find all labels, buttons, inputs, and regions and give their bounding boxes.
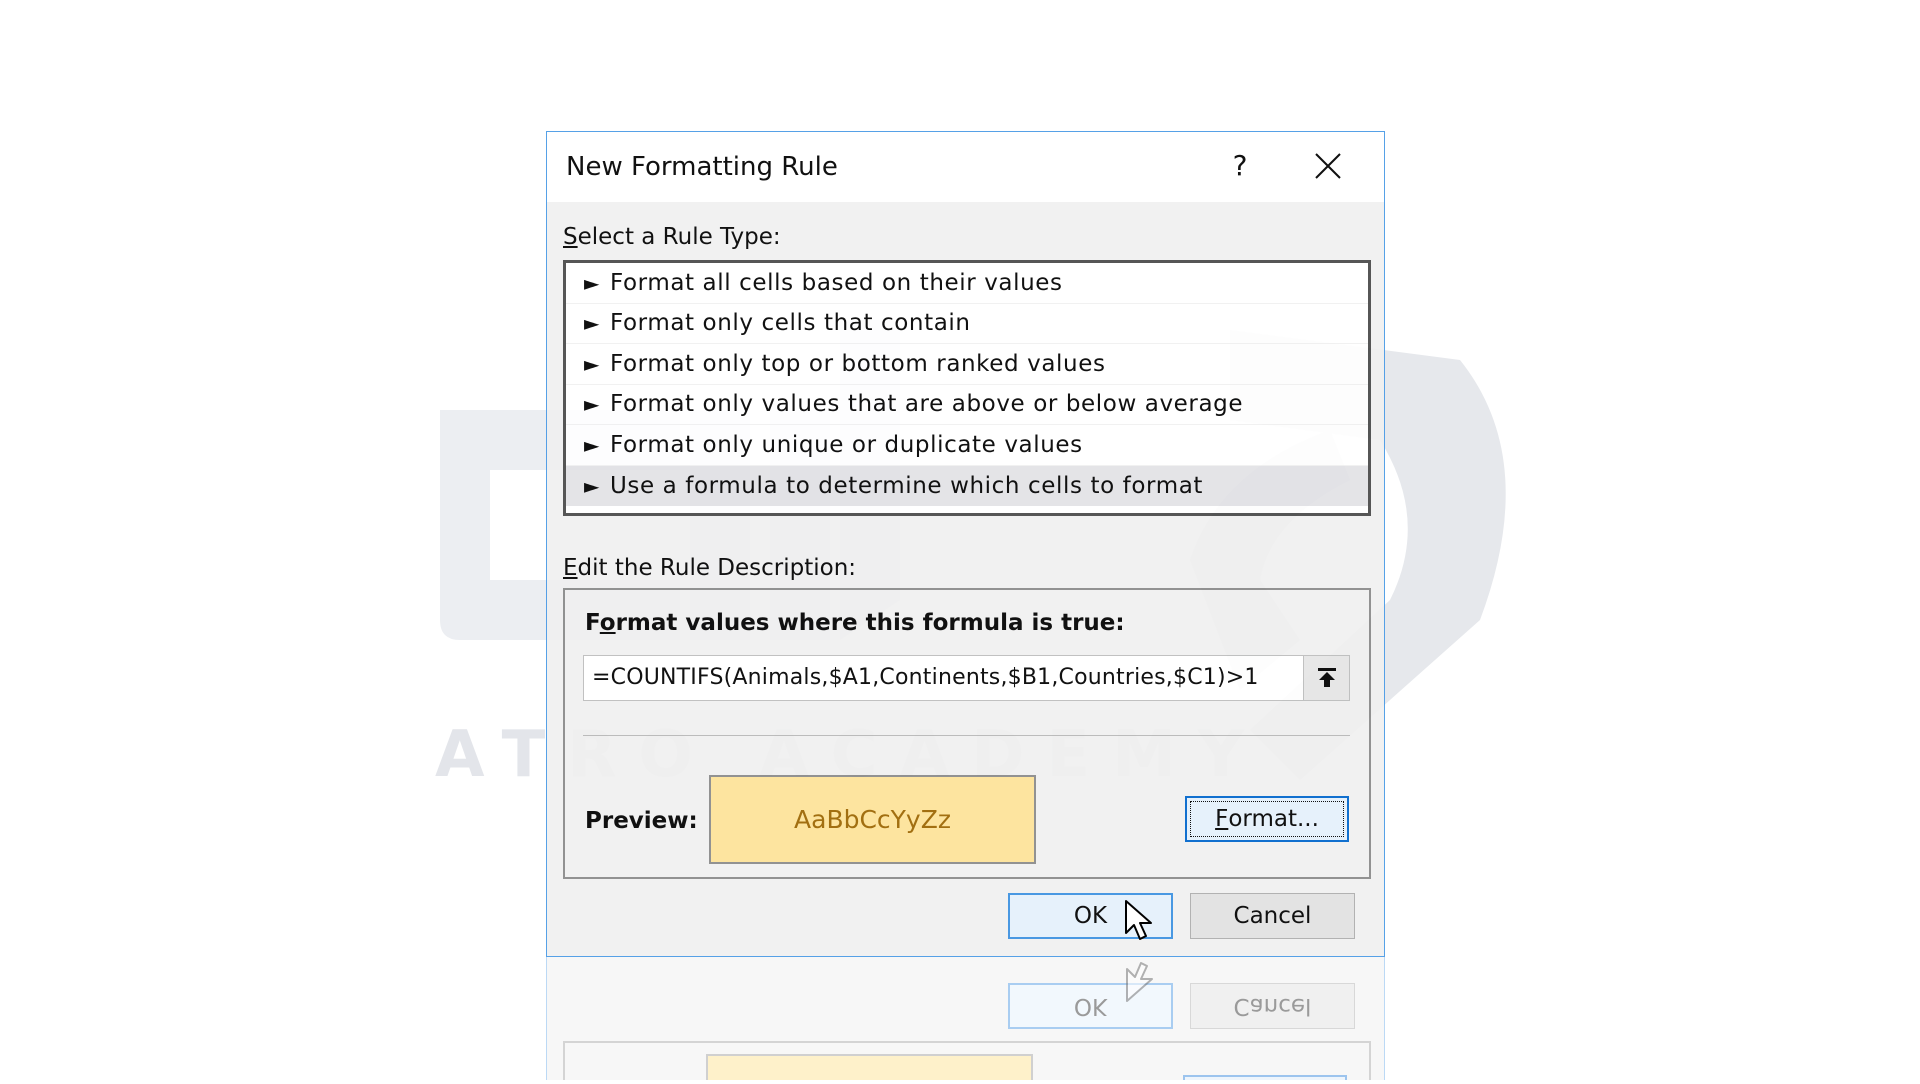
edit-description-text: dit the Rule Description:	[577, 555, 857, 581]
format-button-text: ormat...	[1228, 806, 1319, 832]
reflection-format-button	[1183, 1075, 1347, 1080]
rule-type-label: Format only top or bottom ranked values	[610, 350, 1106, 377]
arrow-right-icon: ►	[584, 392, 600, 417]
rule-type-label: Format all cells based on their values	[610, 269, 1063, 296]
edit-rule-description-label: Edit the Rule Description:	[563, 555, 856, 581]
select-rule-type-accel: S	[563, 224, 578, 250]
select-rule-type-text: elect a Rule Type:	[577, 224, 781, 250]
reflection-cancel-button: Cancel	[1190, 983, 1355, 1029]
reflection-cursor-icon	[1126, 962, 1153, 1002]
rule-type-item[interactable]: ► Format all cells based on their values	[566, 263, 1368, 304]
formula-input[interactable]: =COUNTIFS(Animals,$A1,Continents,$B1,Cou…	[583, 655, 1350, 701]
rule-type-item[interactable]: ► Format only cells that contain	[566, 304, 1368, 344]
arrow-right-icon: ►	[584, 473, 600, 498]
rule-type-item[interactable]: ► Format only top or bottom ranked values	[566, 344, 1368, 385]
formula-heading: Format values where this formula is true…	[585, 610, 1125, 636]
formula-value: =COUNTIFS(Animals,$A1,Continents,$B1,Cou…	[592, 665, 1259, 690]
reflection-preview	[706, 1054, 1033, 1080]
rule-description-panel: Format values where this formula is true…	[563, 588, 1371, 879]
arrow-right-icon: ►	[584, 311, 600, 336]
rule-type-label: Format only unique or duplicate values	[610, 431, 1083, 458]
collapse-dialog-button[interactable]	[1303, 656, 1349, 700]
rule-type-label: Format only values that are above or bel…	[610, 391, 1244, 418]
arrow-right-icon: ►	[584, 270, 600, 295]
format-button[interactable]: Format...	[1185, 796, 1349, 842]
cancel-button[interactable]: Cancel	[1190, 893, 1355, 939]
select-rule-type-label: Select a Rule Type:	[563, 224, 781, 250]
edit-description-accel: E	[563, 555, 578, 581]
dialog-title: New Formatting Rule	[566, 152, 838, 182]
arrow-right-icon: ►	[584, 432, 600, 457]
format-button-accel: F	[1215, 806, 1229, 832]
rule-type-item[interactable]: ► Format only values that are above or be…	[566, 385, 1368, 425]
formula-heading-part: F	[585, 610, 600, 636]
preview-label: Preview:	[585, 808, 698, 834]
preview-sample: AaBbCcYyZz	[709, 775, 1036, 864]
title-bar: New Formatting Rule ?	[547, 132, 1384, 202]
separator	[583, 735, 1350, 736]
arrow-right-icon: ►	[584, 351, 600, 376]
rule-type-label: Use a formula to determine which cells t…	[610, 472, 1204, 499]
rule-type-item-selected[interactable]: ► Use a formula to determine which cells …	[566, 465, 1368, 506]
rule-type-label: Format only cells that contain	[610, 310, 971, 337]
rule-type-item[interactable]: ► Format only unique or duplicate values	[566, 425, 1368, 466]
help-button[interactable]: ?	[1215, 146, 1265, 186]
reflection-body: OK Cancel	[546, 957, 1385, 1080]
close-button[interactable]	[1300, 144, 1356, 190]
formula-heading-accel: o	[599, 610, 616, 636]
rule-type-list[interactable]: ► Format all cells based on their values …	[563, 260, 1371, 516]
formula-heading-part: rmat values where this formula is true:	[615, 610, 1125, 636]
dialog-reflection: OK Cancel	[546, 957, 1385, 1080]
close-icon	[1315, 153, 1341, 179]
new-formatting-rule-dialog: New Formatting Rule ? Select a Rule Type…	[546, 131, 1385, 957]
mouse-cursor-icon	[1125, 900, 1152, 940]
upload-arrow-icon	[1317, 668, 1336, 687]
